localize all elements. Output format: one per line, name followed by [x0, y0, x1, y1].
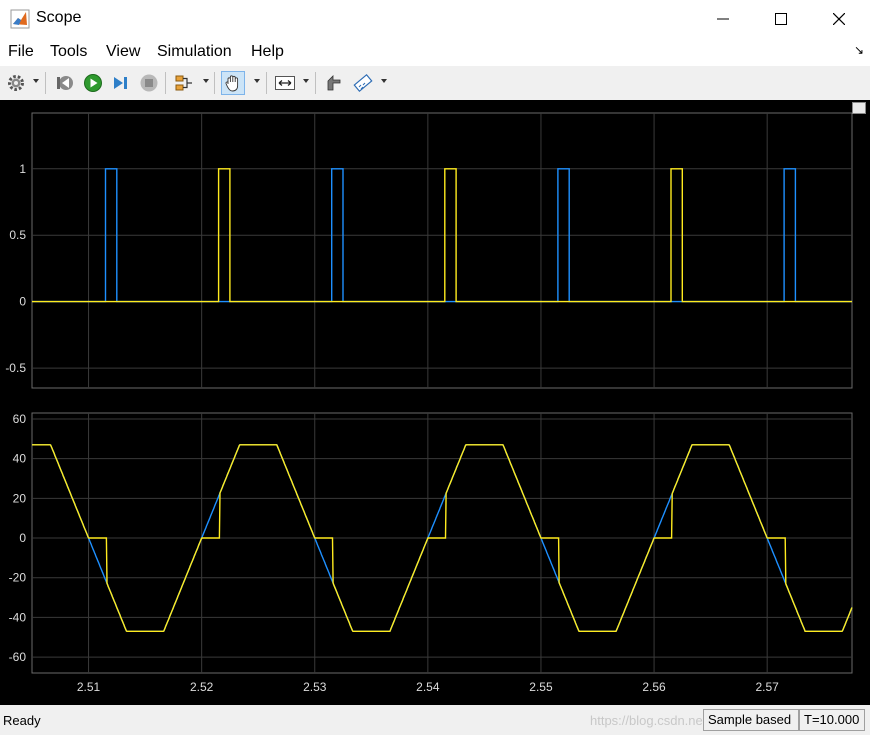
- step-back-icon: [57, 76, 73, 90]
- x-tick-label: 2.53: [303, 680, 327, 694]
- measurement-icon: [353, 73, 373, 93]
- status-sim-time: T=10.000: [799, 709, 865, 731]
- toolbar-separator: [165, 72, 166, 94]
- axes-frame-1: [31, 112, 853, 389]
- y-tick-label: 1: [19, 162, 26, 176]
- minimize-button[interactable]: [694, 0, 752, 38]
- y-tick-label: 0: [19, 531, 26, 545]
- x-tick-label: 2.55: [529, 680, 553, 694]
- y-tick-label: 60: [13, 412, 27, 426]
- pan-icon: [225, 75, 239, 92]
- x-tick-label: 2.51: [77, 680, 101, 694]
- stop-button[interactable]: [137, 71, 161, 95]
- settings-button[interactable]: [4, 71, 28, 95]
- measurement-button[interactable]: [351, 71, 375, 95]
- routing-dropdown-icon[interactable]: [203, 79, 209, 83]
- maximize-button[interactable]: [752, 0, 810, 38]
- step-forward-button[interactable]: [109, 71, 133, 95]
- measurement-dropdown-icon[interactable]: [381, 79, 387, 83]
- status-bar: Ready https://blog.csdn.net/qq_39... Sam…: [0, 705, 870, 735]
- scope-plots[interactable]: 1 0.5 0 -0.5 60 40 20 0 -20 -40 -60 2.51 2.52 2.53 2.5…: [0, 100, 870, 705]
- stop-icon: [140, 74, 158, 92]
- y-tick-label: 0: [19, 295, 26, 309]
- y-tick-label: 0.5: [9, 228, 26, 242]
- menu-file[interactable]: File: [8, 43, 34, 61]
- menu-simulation[interactable]: Simulation: [157, 43, 232, 61]
- maximize-icon: [775, 13, 787, 25]
- step-forward-icon: [114, 77, 127, 89]
- toolbar-separator: [45, 72, 46, 94]
- axes-frame-2: [31, 412, 853, 674]
- title-bar: Scope: [0, 0, 870, 38]
- step-back-button[interactable]: [53, 71, 77, 95]
- menu-tools[interactable]: Tools: [50, 43, 87, 61]
- run-button[interactable]: [81, 71, 105, 95]
- pan-button[interactable]: [221, 71, 245, 95]
- signal-routing-button[interactable]: [172, 71, 196, 95]
- x-tick-label: 2.56: [642, 680, 666, 694]
- y-tick-label: -60: [9, 650, 27, 664]
- close-icon: [833, 13, 845, 25]
- zoom-fit-icon: [275, 76, 295, 90]
- matlab-logo-icon: [10, 9, 30, 29]
- x-tick-label: 2.54: [416, 680, 440, 694]
- pan-dropdown-icon[interactable]: [254, 79, 260, 83]
- scope-plot-area[interactable]: 1 0.5 0 -0.5 60 40 20 0 -20 -40 -60 2.51 2.52 2.53 2.5…: [0, 100, 870, 705]
- status-sample-mode: Sample based: [703, 709, 799, 731]
- window-title: Scope: [36, 9, 82, 26]
- status-ready: Ready: [3, 713, 41, 728]
- y-tick-label: -20: [9, 571, 27, 585]
- gear-icon: [8, 75, 24, 91]
- x-tick-label: 2.57: [755, 680, 779, 694]
- signal-routing-icon: [175, 75, 192, 91]
- minimize-icon: [717, 18, 729, 20]
- y-tick-label: 20: [13, 491, 27, 505]
- settings-dropdown-icon[interactable]: [33, 79, 39, 83]
- cursor-measure-icon: [327, 75, 341, 91]
- toolbar-separator: [214, 72, 215, 94]
- menu-overflow-icon[interactable]: ↘: [854, 43, 864, 57]
- zoom-fit-button[interactable]: [273, 71, 297, 95]
- y-tick-label: -0.5: [5, 361, 26, 375]
- toolbar: [0, 66, 870, 101]
- run-icon: [84, 74, 102, 92]
- toolbar-separator: [266, 72, 267, 94]
- zoom-dropdown-icon[interactable]: [303, 79, 309, 83]
- y-tick-label: -40: [9, 610, 27, 624]
- toolbar-separator: [315, 72, 316, 94]
- cursor-measure-button[interactable]: [322, 71, 346, 95]
- menu-bar: File Tools View Simulation Help ↘: [0, 38, 870, 66]
- menu-help[interactable]: Help: [251, 43, 284, 61]
- close-button[interactable]: [810, 0, 868, 38]
- undock-icon[interactable]: [852, 102, 866, 114]
- y-tick-label: 40: [13, 452, 27, 466]
- menu-view[interactable]: View: [106, 43, 140, 61]
- x-tick-label: 2.52: [190, 680, 214, 694]
